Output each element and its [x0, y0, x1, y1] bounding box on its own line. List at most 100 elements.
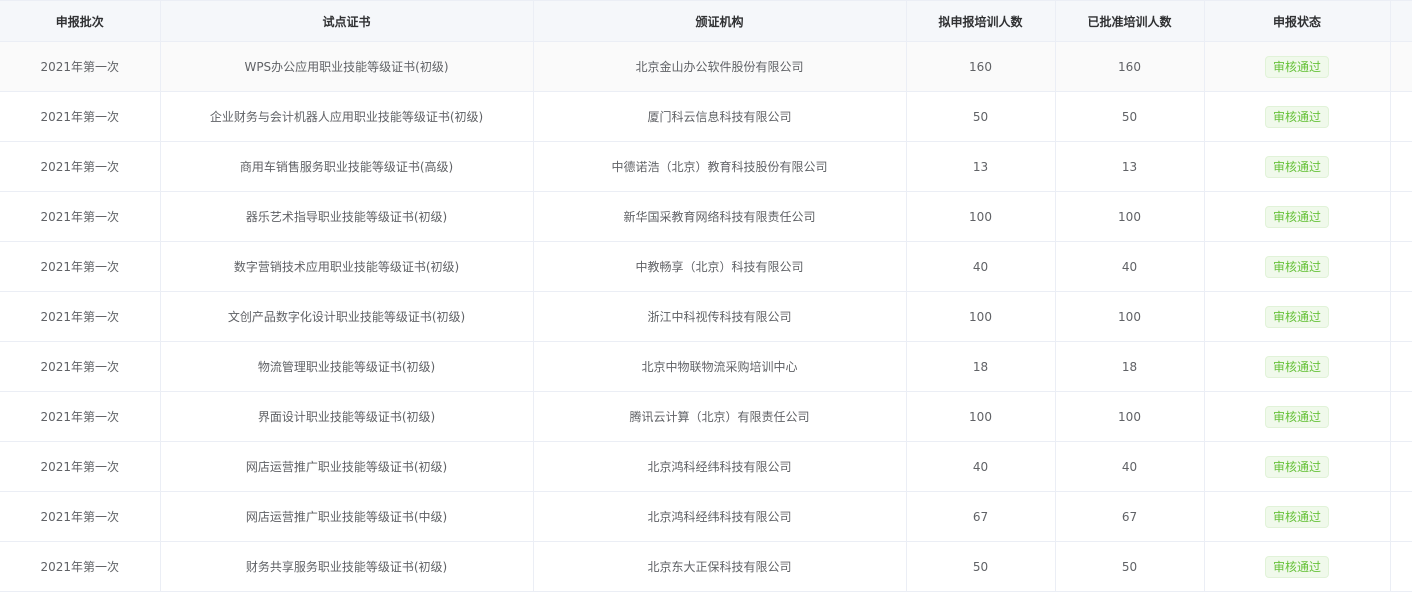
cell-issuer: 腾讯云计算（北京）有限责任公司 [533, 391, 907, 442]
table-row[interactable]: 2021年第一次 财务共享服务职业技能等级证书(初级) 北京东大正保科技有限公司 50… [0, 541, 1412, 592]
cell-status: 审核通过 [1204, 441, 1391, 492]
cell-certificate: 网店运营推广职业技能等级证书(中级) [160, 491, 534, 542]
cell-approved-trainees: 50 [1055, 541, 1205, 592]
cell-certificate: 文创产品数字化设计职业技能等级证书(初级) [160, 291, 534, 342]
cell-batch: 2021年第一次 [0, 41, 161, 92]
cell-extra [1390, 391, 1412, 442]
table-row[interactable]: 2021年第一次 商用车销售服务职业技能等级证书(高级) 中德诺浩（北京）教育科技股… [0, 141, 1412, 192]
table-row[interactable]: 2021年第一次 文创产品数字化设计职业技能等级证书(初级) 浙江中科视传科技有限公… [0, 291, 1412, 342]
cell-planned-trainees: 18 [906, 341, 1056, 392]
cell-planned-trainees: 100 [906, 291, 1056, 342]
table-row[interactable]: 2021年第一次 物流管理职业技能等级证书(初级) 北京中物联物流采购培训中心 18 1… [0, 341, 1412, 392]
cell-certificate: 器乐艺术指导职业技能等级证书(初级) [160, 191, 534, 242]
cell-extra [1390, 541, 1412, 592]
status-badge: 审核通过 [1264, 505, 1329, 528]
table-row[interactable]: 2021年第一次 界面设计职业技能等级证书(初级) 腾讯云计算（北京）有限责任公司 1… [0, 391, 1412, 442]
status-badge: 审核通过 [1264, 155, 1329, 178]
status-badge: 审核通过 [1264, 205, 1329, 228]
cell-issuer: 北京东大正保科技有限公司 [533, 541, 907, 592]
table-row[interactable]: 2021年第一次 WPS办公应用职业技能等级证书(初级) 北京金山办公软件股份有限公… [0, 41, 1412, 92]
header-status: 申报状态 [1204, 0, 1391, 42]
status-badge: 审核通过 [1264, 405, 1329, 428]
status-badge: 审核通过 [1264, 555, 1329, 578]
cell-approved-trainees: 160 [1055, 41, 1205, 92]
cell-extra [1390, 91, 1412, 142]
cell-planned-trainees: 160 [906, 41, 1056, 92]
status-badge: 审核通过 [1264, 355, 1329, 378]
cell-batch: 2021年第一次 [0, 91, 161, 142]
cell-issuer: 中德诺浩（北京）教育科技股份有限公司 [533, 141, 907, 192]
cell-planned-trainees: 50 [906, 541, 1056, 592]
cell-status: 审核通过 [1204, 391, 1391, 442]
cell-approved-trainees: 100 [1055, 291, 1205, 342]
cell-status: 审核通过 [1204, 341, 1391, 392]
cell-planned-trainees: 67 [906, 491, 1056, 542]
cell-status: 审核通过 [1204, 91, 1391, 142]
cell-issuer: 北京金山办公软件股份有限公司 [533, 41, 907, 92]
header-approved-trainees: 已批准培训人数 [1055, 0, 1205, 42]
cell-batch: 2021年第一次 [0, 141, 161, 192]
status-badge: 审核通过 [1264, 105, 1329, 128]
declaration-table: 申报批次 试点证书 颁证机构 拟申报培训人数 已批准培训人数 申报状态 2021… [0, 0, 1412, 592]
cell-status: 审核通过 [1204, 41, 1391, 92]
cell-certificate: 物流管理职业技能等级证书(初级) [160, 341, 534, 392]
cell-certificate: 企业财务与会计机器人应用职业技能等级证书(初级) [160, 91, 534, 142]
cell-planned-trainees: 50 [906, 91, 1056, 142]
cell-batch: 2021年第一次 [0, 541, 161, 592]
cell-status: 审核通过 [1204, 191, 1391, 242]
table-row[interactable]: 2021年第一次 器乐艺术指导职业技能等级证书(初级) 新华国采教育网络科技有限责任… [0, 191, 1412, 242]
cell-certificate: 商用车销售服务职业技能等级证书(高级) [160, 141, 534, 192]
cell-issuer: 浙江中科视传科技有限公司 [533, 291, 907, 342]
cell-issuer: 北京鸿科经纬科技有限公司 [533, 441, 907, 492]
cell-planned-trainees: 40 [906, 441, 1056, 492]
cell-approved-trainees: 40 [1055, 441, 1205, 492]
cell-approved-trainees: 100 [1055, 191, 1205, 242]
cell-batch: 2021年第一次 [0, 291, 161, 342]
cell-issuer: 厦门科云信息科技有限公司 [533, 91, 907, 142]
cell-extra [1390, 291, 1412, 342]
cell-batch: 2021年第一次 [0, 191, 161, 242]
table-row[interactable]: 2021年第一次 数字营销技术应用职业技能等级证书(初级) 中教畅享（北京）科技有限… [0, 241, 1412, 292]
cell-issuer: 北京鸿科经纬科技有限公司 [533, 491, 907, 542]
cell-extra [1390, 441, 1412, 492]
cell-status: 审核通过 [1204, 541, 1391, 592]
cell-status: 审核通过 [1204, 141, 1391, 192]
cell-approved-trainees: 50 [1055, 91, 1205, 142]
table-row[interactable]: 2021年第一次 网店运营推广职业技能等级证书(初级) 北京鸿科经纬科技有限公司 40… [0, 441, 1412, 492]
cell-certificate: 财务共享服务职业技能等级证书(初级) [160, 541, 534, 592]
cell-issuer: 北京中物联物流采购培训中心 [533, 341, 907, 392]
table-body: 2021年第一次 WPS办公应用职业技能等级证书(初级) 北京金山办公软件股份有限公… [0, 41, 1412, 592]
table-row[interactable]: 2021年第一次 网店运营推广职业技能等级证书(中级) 北京鸿科经纬科技有限公司 67… [0, 491, 1412, 542]
cell-certificate: WPS办公应用职业技能等级证书(初级) [160, 41, 534, 92]
status-badge: 审核通过 [1264, 55, 1329, 78]
cell-batch: 2021年第一次 [0, 341, 161, 392]
cell-status: 审核通过 [1204, 491, 1391, 542]
cell-extra [1390, 241, 1412, 292]
cell-batch: 2021年第一次 [0, 441, 161, 492]
cell-planned-trainees: 13 [906, 141, 1056, 192]
cell-batch: 2021年第一次 [0, 391, 161, 442]
cell-planned-trainees: 100 [906, 391, 1056, 442]
cell-approved-trainees: 67 [1055, 491, 1205, 542]
table-header-row: 申报批次 试点证书 颁证机构 拟申报培训人数 已批准培训人数 申报状态 [0, 0, 1412, 42]
cell-extra [1390, 141, 1412, 192]
cell-issuer: 中教畅享（北京）科技有限公司 [533, 241, 907, 292]
header-planned-trainees: 拟申报培训人数 [906, 0, 1056, 42]
cell-certificate: 网店运营推广职业技能等级证书(初级) [160, 441, 534, 492]
cell-extra [1390, 191, 1412, 242]
cell-batch: 2021年第一次 [0, 241, 161, 292]
status-badge: 审核通过 [1264, 255, 1329, 278]
cell-approved-trainees: 100 [1055, 391, 1205, 442]
cell-approved-trainees: 40 [1055, 241, 1205, 292]
cell-planned-trainees: 100 [906, 191, 1056, 242]
cell-planned-trainees: 40 [906, 241, 1056, 292]
status-badge: 审核通过 [1264, 305, 1329, 328]
cell-extra [1390, 341, 1412, 392]
cell-status: 审核通过 [1204, 241, 1391, 292]
cell-batch: 2021年第一次 [0, 491, 161, 542]
declaration-table-container: 申报批次 试点证书 颁证机构 拟申报培训人数 已批准培训人数 申报状态 2021… [0, 0, 1412, 604]
table-row[interactable]: 2021年第一次 企业财务与会计机器人应用职业技能等级证书(初级) 厦门科云信息科技… [0, 91, 1412, 142]
header-issuer: 颁证机构 [533, 0, 907, 42]
cell-certificate: 数字营销技术应用职业技能等级证书(初级) [160, 241, 534, 292]
cell-extra [1390, 41, 1412, 92]
